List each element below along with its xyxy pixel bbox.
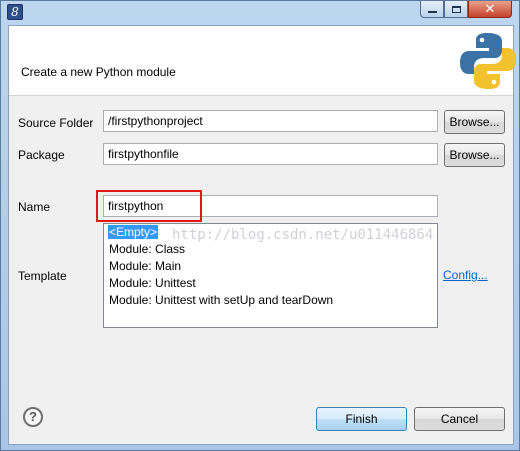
name-field[interactable]: firstpython [103, 195, 438, 217]
finish-button[interactable]: Finish [316, 407, 407, 431]
python-logo [460, 33, 516, 89]
minimize-button[interactable] [420, 1, 444, 18]
source-folder-browse-button[interactable]: Browse... [444, 110, 505, 134]
list-item[interactable]: <Empty> [104, 224, 437, 241]
help-icon[interactable]: ? [23, 407, 43, 427]
list-item[interactable]: Module: Main [104, 258, 437, 275]
template-label: Template [18, 269, 67, 283]
banner-message: Create a new Python module [21, 65, 176, 79]
close-icon: ✕ [484, 1, 496, 16]
list-item[interactable]: Module: Unittest [104, 275, 437, 292]
minimize-icon [427, 11, 437, 13]
maximize-icon [451, 5, 461, 13]
package-field[interactable]: firstpythonfile [103, 143, 438, 165]
title-bar[interactable]: 8 ✕ [1, 1, 520, 25]
eclipse-icon: 8 [7, 4, 23, 20]
dialog-content: Create a new Python module Source Folder… [8, 25, 516, 445]
source-folder-label: Source Folder [18, 116, 94, 130]
close-button[interactable]: ✕ [468, 1, 512, 18]
source-folder-field[interactable]: /firstpythonproject [103, 110, 438, 132]
package-label: Package [18, 148, 65, 162]
list-item[interactable]: Module: Class [104, 241, 437, 258]
dialog-window: 8 ✕ Create a new Python module Source Fo… [0, 0, 520, 451]
wizard-banner: Create a new Python module [9, 26, 516, 96]
config-link[interactable]: Config... [443, 268, 488, 282]
template-list[interactable]: <Empty> Module: Class Module: Main Modul… [103, 223, 438, 328]
maximize-button[interactable] [444, 1, 468, 18]
cancel-button[interactable]: Cancel [414, 407, 505, 431]
list-item[interactable]: Module: Unittest with setUp and tearDown [104, 292, 437, 309]
package-browse-button[interactable]: Browse... [444, 143, 505, 167]
name-label: Name [18, 200, 51, 214]
